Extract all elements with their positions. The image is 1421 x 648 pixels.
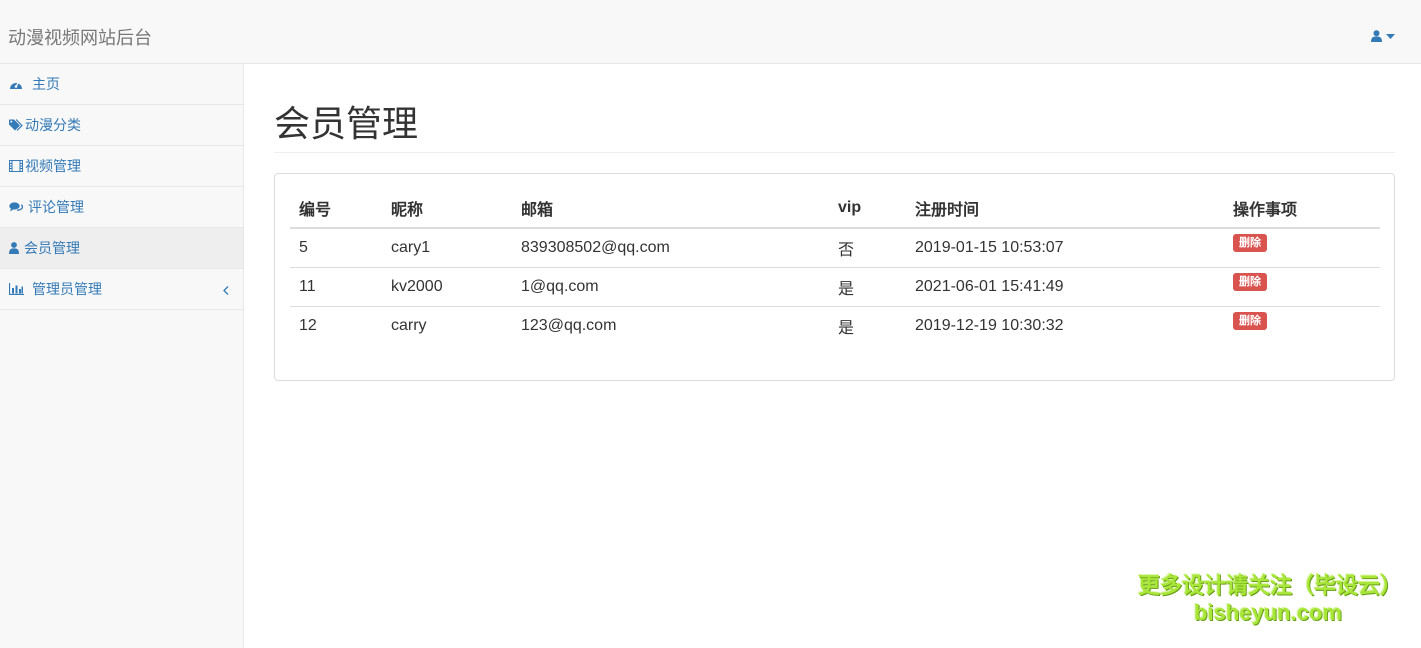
- watermark-line-2: bisheyun.com: [1194, 600, 1342, 625]
- user-menu-toggle[interactable]: [1371, 30, 1395, 42]
- cell-registered: 2019-01-15 10:53:07: [906, 228, 1224, 268]
- column-header-registered: 注册时间: [906, 188, 1224, 229]
- column-header-nickname: 昵称: [382, 188, 512, 229]
- cell-nickname: carry: [391, 316, 427, 334]
- chevron-left-icon[interactable]: [223, 282, 229, 298]
- cell-email: 839308502@qq.com: [512, 228, 829, 268]
- cell-vip: 否: [829, 228, 906, 268]
- sidebar-item-comment-management[interactable]: 评论管理: [0, 187, 243, 228]
- cell-email: 1@qq.com: [512, 267, 829, 307]
- tags-icon: [9, 118, 23, 132]
- watermark-line-1: 更多设计请关注（毕设云）: [1138, 573, 1403, 598]
- cell-nickname: cary1: [382, 228, 512, 268]
- delete-button[interactable]: 删除: [1233, 312, 1267, 331]
- sidebar: 主页 动漫分类 视频管理 评论管理 会员管理 管理员管理: [0, 64, 244, 648]
- table-row: 12 carry 123@qq.com 是 2019-12-19 10:30:3…: [290, 306, 1380, 345]
- members-table: 编号 昵称 邮箱 vip 注册时间 操作事项 5 cary1 839308502…: [290, 188, 1380, 345]
- sidebar-item-member-management[interactable]: 会员管理: [0, 228, 243, 269]
- column-header-id: 编号: [290, 188, 382, 229]
- sidebar-item-label: 评论管理: [28, 199, 84, 215]
- cell-nickname: kv2000: [382, 267, 512, 307]
- sidebar-item-label: 管理员管理: [32, 281, 102, 297]
- sidebar-item-admin-management[interactable]: 管理员管理: [0, 269, 243, 310]
- sidebar-item-label: 会员管理: [24, 240, 80, 256]
- sidebar-item-home[interactable]: 主页: [0, 64, 243, 105]
- main-content: 会员管理 编号 昵称 邮箱 vip 注册时间 操作事项 5 cary1 8393…: [244, 64, 1421, 648]
- sidebar-item-anime-categories[interactable]: 动漫分类: [0, 105, 243, 146]
- cell-id: 5: [290, 228, 382, 268]
- page-title: 会员管理: [274, 103, 419, 144]
- sidebar-item-label: 动漫分类: [25, 117, 81, 133]
- sidebar-item-video-management[interactable]: 视频管理: [0, 146, 243, 187]
- cell-id: 12: [299, 316, 317, 334]
- caret-down-icon: [1386, 33, 1395, 39]
- cell-registered: 2021-06-01 15:41:49: [906, 267, 1224, 307]
- table-row: 5 cary1 839308502@qq.com 否 2019-01-15 10…: [290, 228, 1380, 268]
- table-header-row: 编号 昵称 邮箱 vip 注册时间 操作事项: [290, 188, 1380, 229]
- members-panel: 编号 昵称 邮箱 vip 注册时间 操作事项 5 cary1 839308502…: [274, 173, 1395, 381]
- bar-chart-icon: [9, 282, 25, 296]
- cell-email: 123@qq.com: [521, 316, 617, 334]
- delete-button[interactable]: 删除: [1233, 234, 1267, 253]
- column-header-email: 邮箱: [512, 188, 829, 229]
- cell-actions: 删除: [1224, 228, 1380, 268]
- cell-id: 11: [290, 267, 382, 307]
- cell-actions: 删除: [1224, 306, 1380, 345]
- comments-icon: [9, 200, 25, 214]
- film-icon: [9, 159, 23, 173]
- app-brand[interactable]: 动漫视频网站后台: [8, 26, 152, 50]
- top-navbar: 动漫视频网站后台: [0, 0, 1421, 64]
- user-icon: [1371, 30, 1382, 42]
- cell-vip: 是: [838, 319, 855, 337]
- sidebar-item-label: 主页: [32, 76, 60, 92]
- dashboard-icon: [9, 77, 25, 91]
- cell-actions: 删除: [1224, 267, 1380, 307]
- column-header-vip: vip: [829, 188, 906, 229]
- table-row: 11 kv2000 1@qq.com 是 2021-06-01 15:41:49…: [290, 267, 1380, 307]
- title-divider: [274, 152, 1395, 153]
- column-header-actions: 操作事项: [1224, 188, 1380, 229]
- watermark: 更多设计请关注（毕设云） bisheyun.com: [1138, 572, 1403, 626]
- delete-button[interactable]: 删除: [1233, 273, 1267, 291]
- cell-registered: 2019-12-19 10:30:32: [915, 316, 1064, 334]
- user-icon: [9, 241, 22, 255]
- sidebar-item-label: 视频管理: [25, 158, 81, 174]
- cell-vip: 是: [829, 267, 906, 307]
